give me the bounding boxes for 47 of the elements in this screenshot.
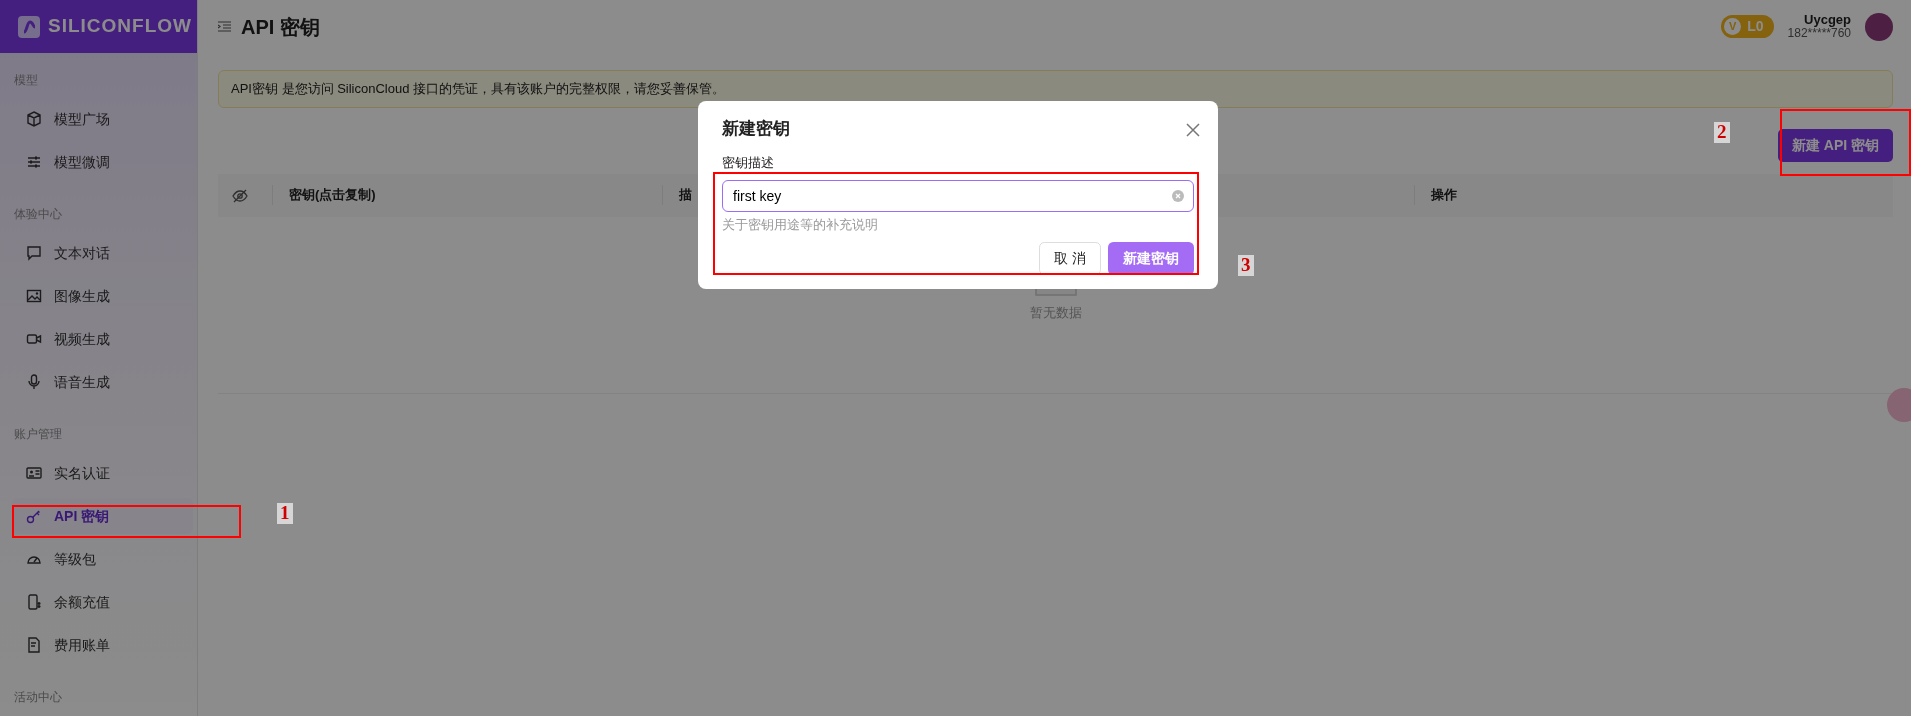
bill-icon	[26, 637, 42, 653]
sidebar-item[interactable]: 文本对话	[12, 235, 193, 271]
create-button[interactable]: 新建密钥	[1108, 242, 1194, 276]
column-header: 描	[679, 187, 692, 203]
phone-dollar-icon	[26, 594, 42, 610]
user-phone: 182*****760	[1787, 27, 1851, 41]
sidebar-item[interactable]: 视频生成	[12, 321, 193, 357]
cancel-button[interactable]: 取 消	[1039, 242, 1101, 276]
sidebar-item[interactable]: 语音生成	[12, 364, 193, 400]
video-icon	[26, 331, 42, 347]
id-card-icon	[26, 465, 42, 481]
sidebar-item[interactable]: 图像生成	[12, 278, 193, 314]
column-header: 操作	[1431, 187, 1457, 203]
input-field[interactable]: first key	[722, 179, 1194, 212]
column-header: 密钥(点击复制)	[289, 187, 376, 203]
sidebar-section-title: 体验中心	[13, 206, 63, 223]
menu-icon[interactable]	[218, 21, 231, 32]
key-icon	[26, 508, 42, 524]
annotation-number: 2	[1714, 122, 1730, 143]
sidebar-item[interactable]: 实名认证	[12, 455, 193, 491]
logo-icon	[18, 15, 40, 38]
annotation-number: 3	[1238, 255, 1254, 276]
info-alert: API密钥 是您访问 SiliconCloud 接口的凭证，具有该账户的完整权限，请您妥善保管。	[218, 70, 1893, 108]
user-name: Uycgep	[1803, 12, 1851, 28]
field-label: 密钥描述	[722, 154, 775, 173]
eye-slash-icon[interactable]	[232, 188, 248, 203]
cube-icon	[26, 111, 42, 127]
page-title: API 密钥	[241, 14, 320, 39]
image-icon	[26, 288, 42, 304]
chat-icon	[26, 245, 42, 261]
sidebar-item[interactable]: 模型微调	[12, 144, 193, 180]
annotation-number: 1	[277, 503, 293, 524]
level-badge: V L0	[1721, 15, 1774, 38]
sidebar-item[interactable]: 等级包	[12, 541, 193, 577]
help-text: 关于密钥用途等的补充说明	[722, 215, 879, 234]
sidebar-section-title: 活动中心	[13, 689, 63, 706]
sliders-icon	[26, 154, 42, 170]
microphone-icon	[26, 374, 42, 390]
new-key-button[interactable]: 新建 API 密钥	[1777, 128, 1893, 162]
sidebar-item[interactable]: 模型广场	[12, 101, 193, 137]
avatar[interactable]	[1865, 12, 1893, 41]
brand-name: SILICONFLOW	[48, 14, 192, 39]
modal-title: 新建密钥	[722, 119, 790, 140]
sidebar-section-title: 模型	[13, 72, 39, 89]
sidebar-item[interactable]: 余额充值	[12, 584, 193, 620]
sidebar-item[interactable]: 费用账单	[12, 627, 193, 663]
sidebar-section-title: 账户管理	[13, 426, 63, 443]
